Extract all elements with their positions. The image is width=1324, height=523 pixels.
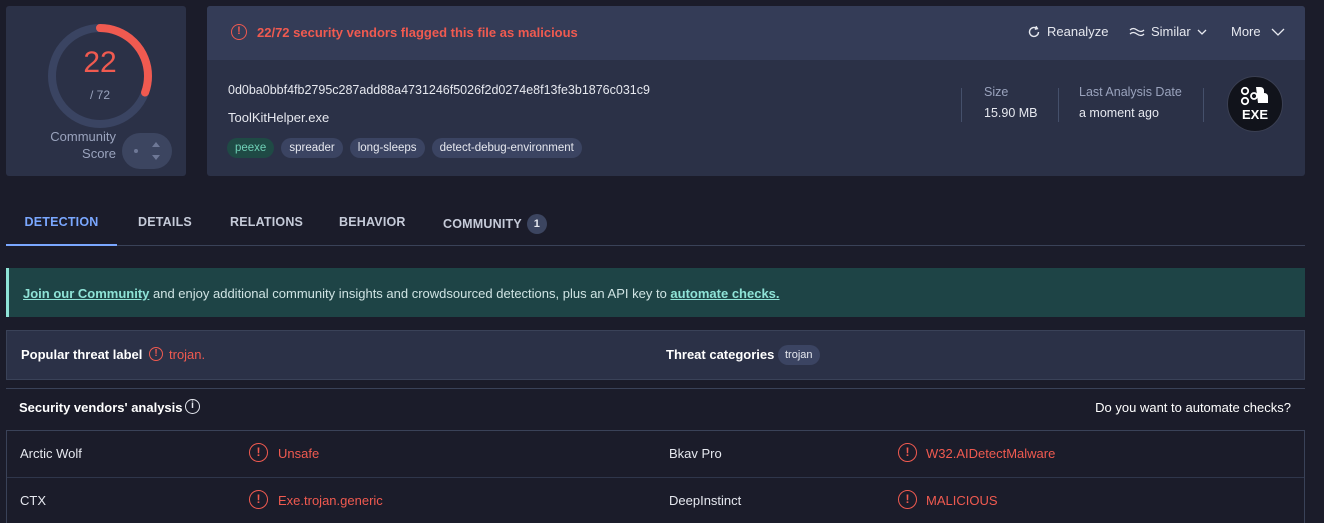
table-row: Arctic Wolf ! Unsafe Bkav Pro ! W32.AIDe… (7, 431, 1304, 477)
divider (1203, 88, 1204, 122)
divider (1058, 88, 1059, 122)
alert-circle-icon: ! (898, 490, 917, 509)
tag-peexe[interactable]: peexe (227, 138, 275, 158)
tab-detection[interactable]: DETECTION (6, 200, 117, 246)
tab-community[interactable]: COMMUNITY 1 (443, 200, 547, 246)
alert-circle-icon: ! (249, 490, 268, 509)
size-label: Size (984, 85, 1009, 99)
tab-details[interactable]: DETAILS (138, 200, 192, 246)
alert-circle-icon: ! (231, 24, 247, 40)
banner-body: and enjoy additional community insights … (149, 286, 671, 301)
chevron-down-icon (1197, 29, 1207, 35)
alert-circle-icon: ! (249, 443, 268, 462)
more-label: More (1231, 24, 1261, 39)
tag-long-sleeps[interactable]: long-sleeps (349, 138, 425, 158)
file-type-label: EXE (1241, 107, 1268, 122)
threat-summary: Popular threat label ! trojan. Threat ca… (6, 330, 1305, 380)
vote-up-icon[interactable] (152, 142, 160, 147)
tab-relations[interactable]: RELATIONS (230, 200, 303, 246)
popular-threat-label: Popular threat label (21, 347, 143, 362)
alert-circle-icon: ! (149, 347, 163, 361)
alert-text: 22/72 security vendors flagged this file… (257, 25, 578, 40)
vendor-name: CTX (20, 493, 46, 508)
vendor-results-table: Arctic Wolf ! Unsafe Bkav Pro ! W32.AIDe… (6, 430, 1305, 523)
file-name: ToolKitHelper.exe (228, 110, 330, 125)
threat-category-tag[interactable]: trojan (778, 345, 820, 365)
community-vote-widget[interactable] (122, 133, 172, 169)
tab-behavior[interactable]: BEHAVIOR (339, 200, 406, 246)
join-community-link[interactable]: Join our Community (23, 286, 149, 301)
vendor-name: Bkav Pro (669, 446, 722, 461)
more-button[interactable]: More (1231, 24, 1285, 39)
file-tags: peexe spreader long-sleeps detect-debug-… (227, 138, 582, 158)
threat-categories-label: Threat categories (666, 347, 775, 362)
automate-checks-prompt[interactable]: Do you want to automate checks? (1095, 400, 1291, 415)
similar-label: Similar (1151, 24, 1191, 39)
detection-score-card: 22 / 72 Community Score (6, 6, 186, 176)
detection-count: 22 (83, 46, 117, 79)
last-analysis-value: a moment ago (1079, 106, 1159, 120)
refresh-icon (1028, 25, 1040, 37)
community-score-dot (134, 149, 138, 153)
community-score-label: Community Score (50, 129, 116, 161)
vendor-result: Unsafe (278, 446, 320, 461)
vendors-title: Security vendors' analysis (19, 400, 183, 415)
detection-total: / 72 (89, 88, 110, 102)
vendor-result: W32.AIDetectMalware (926, 446, 1056, 461)
vendor-result: Exe.trojan.generic (278, 493, 383, 508)
divider (961, 88, 962, 122)
popular-threat-value[interactable]: trojan. (169, 347, 205, 362)
file-type-badge: EXE (1227, 76, 1283, 132)
alert-circle-icon: ! (898, 443, 917, 462)
file-hash[interactable]: 0d0ba0bbf4fb2795c287add88a4731246f5026f2… (228, 83, 650, 97)
size-value: 15.90 MB (984, 106, 1038, 120)
vendor-name: Arctic Wolf (20, 446, 82, 461)
file-header-card: ! 22/72 security vendors flagged this fi… (207, 6, 1305, 176)
community-count-badge: 1 (526, 214, 547, 234)
vendor-result: MALICIOUS (926, 493, 998, 508)
reanalyze-label: Reanalyze (1047, 24, 1109, 39)
tag-spreader[interactable]: spreader (281, 138, 343, 158)
tag-detect-debug-environment[interactable]: detect-debug-environment (431, 138, 582, 158)
table-row: CTX ! Exe.trojan.generic DeepInstinct ! … (7, 477, 1304, 523)
reanalyze-button[interactable]: Reanalyze (1027, 24, 1108, 39)
similar-button[interactable]: Similar (1129, 24, 1207, 39)
vendor-name: DeepInstinct (669, 493, 742, 508)
tab-community-label: COMMUNITY (443, 217, 522, 231)
chevron-down-icon (1271, 28, 1285, 36)
community-banner: Join our Community and enjoy additional … (6, 268, 1305, 317)
alert-bar: ! 22/72 security vendors flagged this fi… (207, 6, 1305, 60)
report-tabs: DETECTION DETAILS RELATIONS BEHAVIOR COM… (6, 200, 1305, 246)
info-icon[interactable]: i (185, 399, 200, 414)
vote-down-icon[interactable] (152, 155, 160, 160)
vendors-header: Security vendors' analysis i Do you want… (6, 388, 1305, 430)
automate-checks-link[interactable]: automate checks. (670, 286, 779, 301)
last-analysis-label: Last Analysis Date (1079, 85, 1182, 99)
file-report-page: 22 / 72 Community Score ! 22/72 security… (0, 0, 1324, 523)
banner-text: Join our Community and enjoy additional … (23, 286, 780, 301)
similar-icon (1129, 27, 1145, 36)
